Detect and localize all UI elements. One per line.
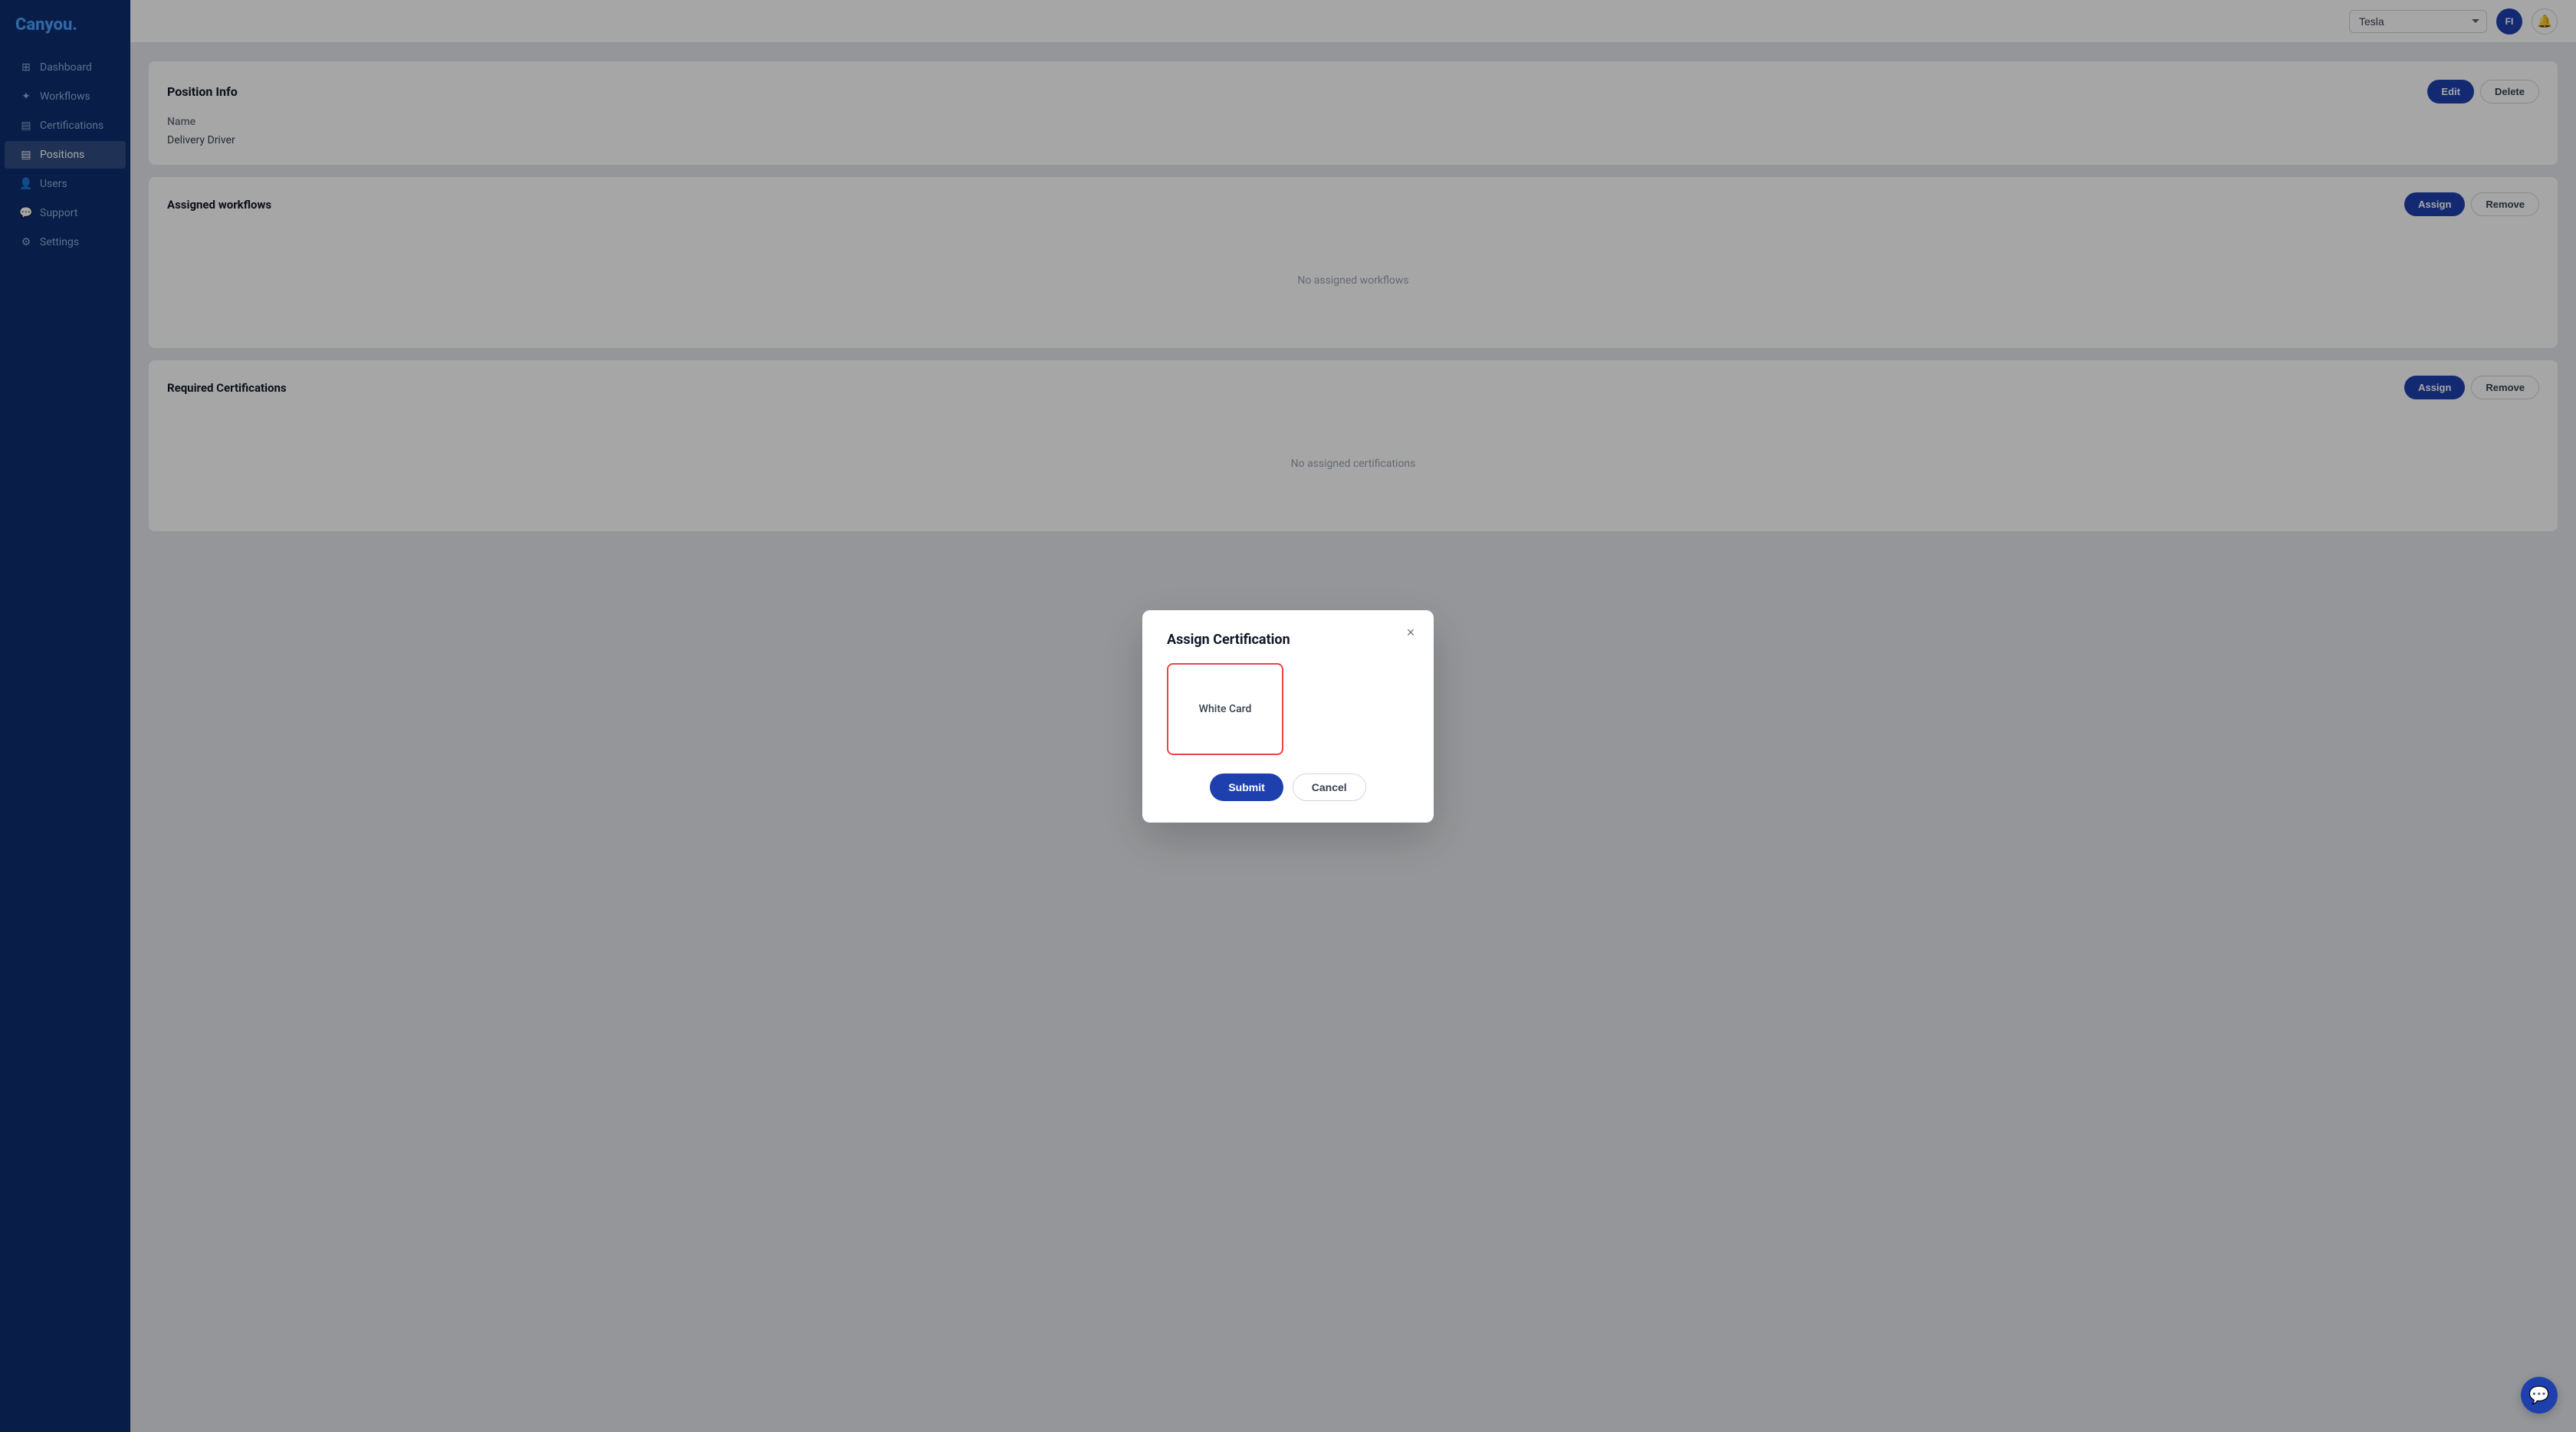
modal-actions: Submit Cancel <box>1167 773 1409 801</box>
modal-close-button[interactable]: × <box>1400 622 1421 644</box>
chat-bubble-button[interactable]: 💬 <box>2521 1377 2558 1414</box>
cancel-button[interactable]: Cancel <box>1293 773 1366 801</box>
submit-button[interactable]: Submit <box>1210 773 1283 801</box>
modal-overlay[interactable]: × Assign Certification White Card Submit… <box>0 0 2576 1432</box>
cert-card-label-white-card: White Card <box>1199 703 1252 715</box>
assign-certification-modal: × Assign Certification White Card Submit… <box>1142 610 1434 823</box>
chat-bubble-icon: 💬 <box>2528 1386 2549 1405</box>
cert-card-white-card[interactable]: White Card <box>1167 663 1283 755</box>
certification-grid: White Card <box>1167 663 1409 755</box>
modal-title: Assign Certification <box>1167 632 1409 648</box>
